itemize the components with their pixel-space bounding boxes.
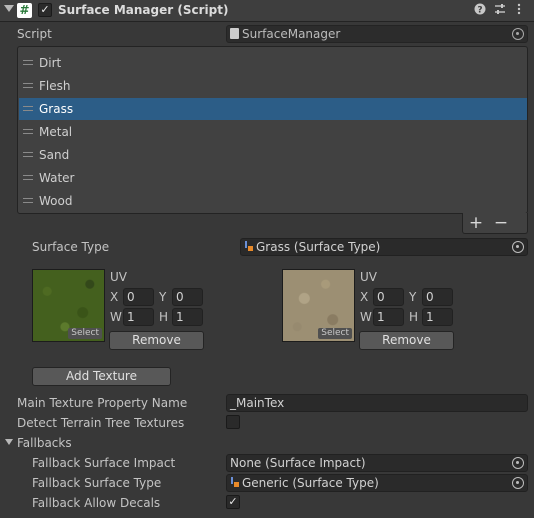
drag-handle-icon[interactable]: [23, 106, 33, 111]
help-icon[interactable]: ?: [473, 3, 487, 17]
uv-label: UV: [110, 270, 127, 284]
svg-text:?: ?: [477, 6, 482, 16]
list-item-label: Metal: [39, 125, 73, 139]
gravel-texture-thumbnail[interactable]: Select: [282, 269, 355, 342]
add-item-button[interactable]: +: [466, 213, 486, 233]
uv-x-label: X: [360, 290, 369, 304]
main-texture-property-field[interactable]: _MainTex: [226, 394, 528, 412]
list-item-label: Water: [39, 171, 75, 185]
uv-w-field[interactable]: 1: [373, 308, 404, 326]
uv-x-field[interactable]: 0: [373, 288, 404, 306]
script-field[interactable]: SurfaceManager: [226, 25, 528, 43]
fallback-decals-label: Fallback Allow Decals: [32, 496, 161, 510]
surface-type-asset-icon: [244, 241, 253, 252]
object-picker-icon[interactable]: [512, 241, 524, 253]
list-item-label: Wood: [39, 194, 73, 208]
drag-handle-icon[interactable]: [23, 175, 33, 180]
fallback-type-label: Fallback Surface Type: [32, 476, 162, 490]
uv-x-label: X: [110, 290, 119, 304]
uv-h-field[interactable]: 1: [422, 308, 453, 326]
uv-w-label: W: [360, 310, 372, 324]
drag-handle-icon[interactable]: [23, 152, 33, 157]
list-footer: + −: [462, 213, 528, 234]
fallbacks-label[interactable]: Fallbacks: [17, 436, 72, 450]
list-item-dirt[interactable]: Dirt: [19, 52, 527, 74]
component-header: # ✓ Surface Manager (Script) ?: [0, 0, 534, 22]
uv-y-field[interactable]: 0: [422, 288, 453, 306]
uv-w-field[interactable]: 1: [123, 308, 154, 326]
surface-type-field[interactable]: Grass (Surface Type): [240, 238, 528, 256]
fallback-type-value: Generic (Surface Type): [242, 476, 379, 490]
texture-select-button[interactable]: Select: [318, 328, 352, 339]
uv-y-label: Y: [159, 290, 167, 304]
fallback-impact-label: Fallback Surface Impact: [32, 456, 176, 470]
kebab-menu-icon[interactable]: [512, 3, 526, 17]
component-title: Surface Manager (Script): [58, 3, 229, 17]
list-item-label: Grass: [39, 102, 74, 116]
fallback-decals-checkbox[interactable]: ✓: [226, 495, 240, 509]
list-item-water[interactable]: Water: [19, 167, 527, 189]
drag-handle-icon[interactable]: [23, 198, 33, 203]
remove-item-button[interactable]: −: [491, 213, 511, 233]
fallbacks-fold-arrow-icon[interactable]: [5, 439, 13, 445]
list-item-flesh[interactable]: Flesh: [19, 75, 527, 97]
uv-y-label: Y: [409, 290, 417, 304]
remove-texture-button[interactable]: Remove: [359, 331, 454, 350]
uv-h-field[interactable]: 1: [172, 308, 203, 326]
list-item-label: Sand: [39, 148, 70, 162]
list-item-label: Dirt: [39, 56, 62, 70]
fallback-impact-field[interactable]: None (Surface Impact): [226, 454, 528, 472]
script-file-icon: [230, 28, 239, 39]
fallback-impact-value: None (Surface Impact): [230, 456, 366, 470]
list-item-grass[interactable]: Grass: [19, 98, 527, 120]
surface-type-label: Surface Type: [32, 240, 110, 254]
object-picker-icon[interactable]: [512, 457, 524, 469]
script-icon: #: [17, 3, 32, 18]
uv-h-label: H: [159, 310, 169, 324]
list-item-metal[interactable]: Metal: [19, 121, 527, 143]
detect-terrain-checkbox[interactable]: [226, 415, 240, 429]
add-texture-button[interactable]: Add Texture: [32, 367, 171, 386]
script-label: Script: [17, 27, 52, 41]
surface-type-asset-icon: [230, 477, 239, 488]
surface-list: Dirt Flesh Grass Metal Sand Water Wood: [17, 46, 528, 214]
list-item-label: Flesh: [39, 79, 71, 93]
main-texture-property-label: Main Texture Property Name: [17, 396, 188, 410]
uv-y-field[interactable]: 0: [172, 288, 203, 306]
drag-handle-icon[interactable]: [23, 60, 33, 65]
preset-sliders-icon[interactable]: [493, 3, 507, 17]
drag-handle-icon[interactable]: [23, 129, 33, 134]
list-item-sand[interactable]: Sand: [19, 144, 527, 166]
object-picker-icon[interactable]: [512, 477, 524, 489]
uv-w-label: W: [110, 310, 122, 324]
fold-arrow-icon[interactable]: [4, 5, 14, 12]
surface-type-value: Grass (Surface Type): [256, 240, 381, 254]
uv-label: UV: [360, 270, 377, 284]
detect-terrain-label: Detect Terrain Tree Textures: [17, 416, 185, 430]
uv-h-label: H: [409, 310, 419, 324]
fallback-type-field[interactable]: Generic (Surface Type): [226, 474, 528, 492]
script-field-value: SurfaceManager: [242, 27, 341, 41]
remove-texture-button[interactable]: Remove: [109, 331, 204, 350]
texture-select-button[interactable]: Select: [68, 328, 102, 339]
list-item-wood[interactable]: Wood: [19, 190, 527, 212]
grass-texture-thumbnail[interactable]: Select: [32, 269, 105, 342]
drag-handle-icon[interactable]: [23, 83, 33, 88]
object-picker-icon[interactable]: [512, 28, 524, 40]
component-enabled-checkbox[interactable]: ✓: [38, 3, 52, 17]
uv-x-field[interactable]: 0: [123, 288, 154, 306]
